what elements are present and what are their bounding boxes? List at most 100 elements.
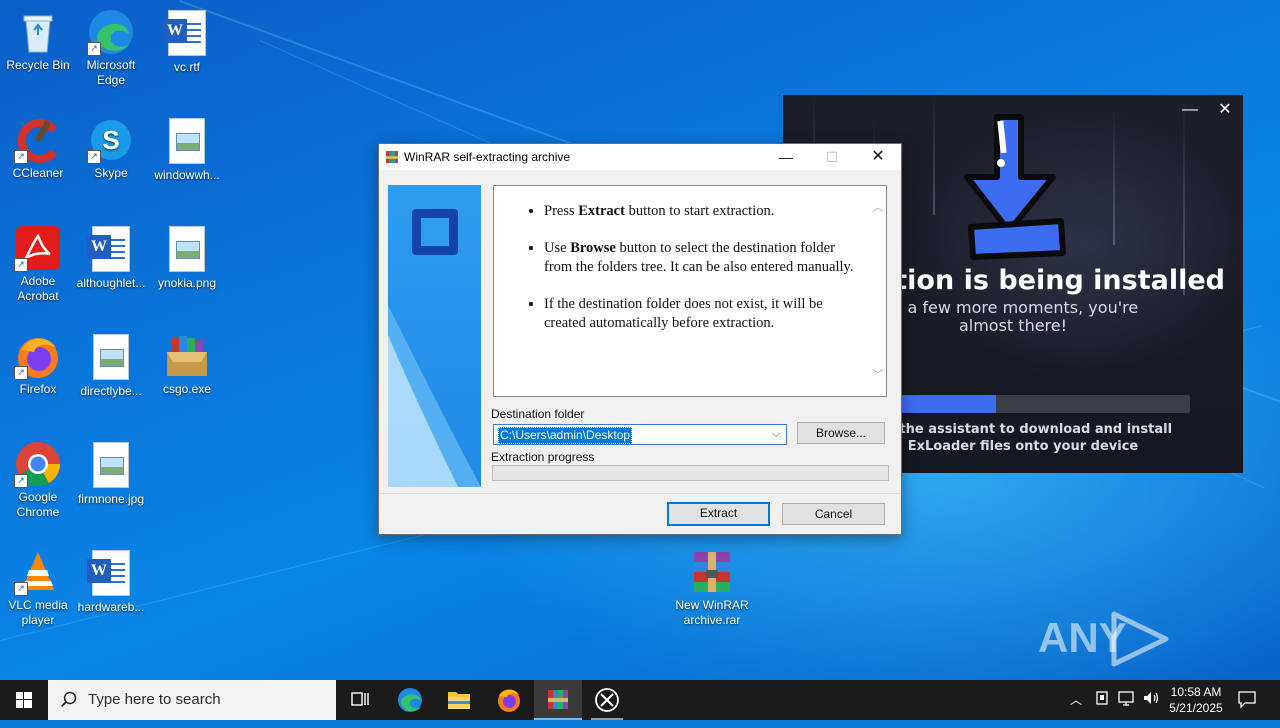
csgo-exe-icon[interactable]: csgo.exe [149, 332, 225, 397]
download-arrow-icon [964, 114, 1066, 260]
destination-folder-combo[interactable]: C:\Users\admin\Desktop ⌵ [493, 424, 787, 445]
image-file-icon[interactable]: directlybe... [73, 332, 149, 399]
window-title: WinRAR self-extracting archive [404, 150, 571, 164]
winrar-books-icon [167, 336, 207, 376]
taskbar-exloader-button[interactable] [583, 680, 631, 720]
winrar-archive-icon [694, 552, 730, 592]
tray-volume-icon[interactable] [1142, 689, 1162, 710]
firefox-label: Firefox [19, 382, 57, 396]
instruction-browse: Use Browse button to select the destinat… [544, 239, 858, 277]
tray-device-icon[interactable] [1094, 689, 1112, 710]
exloader-subtitle: st a few more moments, you're almost the… [888, 298, 1139, 335]
image-file-glyph-icon [169, 226, 205, 272]
scroll-up-icon[interactable]: ︿ [872, 198, 884, 214]
edge-icon [398, 688, 422, 712]
tray-network-icon[interactable] [1117, 689, 1137, 710]
clock-date: 5/21/2025 [1169, 701, 1223, 715]
ccleaner-label: CCleaner [12, 166, 64, 180]
word-document-icon[interactable]: W althoughlet... [73, 224, 149, 291]
search-placeholder: Type here to search [88, 691, 221, 708]
word-document-icon[interactable]: W hardwareb... [73, 548, 149, 615]
vlc-media-player-label: VLC media player [8, 598, 68, 627]
exloader-close-button[interactable]: ✕ [1210, 99, 1240, 121]
network-icon [1118, 691, 1134, 706]
taskbar-edge-button[interactable] [386, 680, 434, 720]
windowwh-label: windowwh... [154, 168, 220, 182]
image-file-icon[interactable]: ynokia.png [149, 224, 225, 291]
winrar-sfx-dialog[interactable]: WinRAR self-extracting archive — ☐ ✕ Pre… [378, 143, 902, 535]
image-file-glyph-icon [169, 118, 205, 164]
instruction-folder: If the destination folder does not exist… [544, 295, 858, 333]
recycle-bin-icon[interactable]: Recycle Bin [0, 8, 76, 73]
start-button[interactable] [0, 680, 48, 720]
vc-rtf-label: vc.rtf [174, 60, 200, 74]
extraction-progress-bar [492, 465, 889, 481]
exloader-minimize-button[interactable]: — [1175, 99, 1205, 121]
vlc-media-player-icon[interactable]: ↗ VLC media player [0, 548, 76, 628]
show-hidden-icons-button[interactable]: ︿ [1070, 691, 1082, 708]
action-center-button[interactable] [1236, 689, 1258, 712]
skype-label: Skype [94, 166, 128, 180]
ynokia-label: ynokia.png [157, 276, 217, 290]
chevron-down-icon[interactable]: ⌵ [768, 426, 784, 443]
image-file-icon[interactable]: windowwh... [149, 116, 225, 183]
dialog-footer: Extract Cancel [379, 493, 901, 534]
notification-icon [1238, 691, 1256, 709]
device-icon [1096, 691, 1108, 705]
winrar-taskbar-icon [548, 690, 568, 709]
althoughlet-label: althoughlet... [76, 276, 146, 290]
exloader-taskbar-icon [595, 688, 619, 712]
microsoft-edge-icon[interactable]: ↗ Microsoft Edge [73, 8, 149, 88]
recycle-bin-label: Recycle Bin [6, 58, 70, 72]
winrar-app-icon [386, 151, 398, 163]
exloader-progress-bar [900, 395, 1190, 413]
cancel-button[interactable]: Cancel [782, 503, 885, 525]
google-chrome-label: Google Chrome [16, 490, 60, 519]
close-button[interactable]: ✕ [855, 144, 901, 170]
exloader-note: for the assistant to download and instal… [874, 422, 1173, 454]
image-file-glyph-icon [93, 334, 129, 380]
dialog-body: Press Extract button to start extraction… [379, 170, 901, 534]
instructions-box[interactable]: Press Extract button to start extraction… [493, 185, 887, 397]
word-document-icon[interactable]: W vc.rtf [149, 8, 225, 75]
maximize-button: ☐ [825, 149, 839, 165]
hardwareb-label: hardwareb... [77, 600, 145, 614]
new-winrar-archive-label: New WinRAR archive.rar [675, 598, 749, 627]
extract-button[interactable]: Extract [667, 502, 770, 526]
image-file-glyph-icon [93, 442, 129, 488]
clock-time: 10:58 AM [1170, 685, 1222, 699]
firefox-taskbar-icon [498, 689, 520, 712]
taskbar-file-explorer-button[interactable] [435, 680, 483, 720]
word-file-icon: W [87, 550, 130, 596]
word-file-icon: W [163, 10, 206, 56]
clock[interactable]: 10:58 AM 5/21/2025 [1164, 684, 1228, 716]
windows-logo-icon [16, 692, 32, 708]
exloader-progress-fill [900, 395, 996, 413]
anyrun-play-logo-icon [1111, 611, 1169, 667]
image-file-icon[interactable]: firmnone.jpg [73, 440, 149, 507]
directlybe-label: directlybe... [80, 384, 142, 398]
svg-text:S: S [102, 125, 119, 155]
folder-icon [448, 692, 470, 709]
task-view-button[interactable] [336, 680, 384, 720]
skype-icon[interactable]: S ↗ Skype [73, 116, 149, 181]
google-chrome-icon[interactable]: ↗ Google Chrome [0, 440, 76, 520]
anyrun-watermark: ANY RUN [1038, 606, 1238, 721]
adobe-acrobat-icon[interactable]: ↗ Adobe Acrobat [0, 224, 76, 304]
scroll-down-icon[interactable]: ﹀ [872, 366, 884, 382]
taskbar-search-box[interactable]: Type here to search [48, 680, 336, 720]
new-winrar-archive-icon[interactable]: New WinRAR archive.rar [674, 548, 750, 628]
title-bar[interactable]: WinRAR self-extracting archive — ☐ ✕ [379, 144, 901, 170]
minimize-button[interactable]: — [763, 144, 809, 170]
adobe-acrobat-label: Adobe Acrobat [17, 274, 59, 303]
instruction-extract: Press Extract button to start extraction… [544, 202, 858, 221]
firefox-icon[interactable]: ↗ Firefox [0, 332, 76, 397]
chevron-up-icon: ︿ [1070, 693, 1083, 707]
microsoft-edge-label: Microsoft Edge [86, 58, 136, 87]
ccleaner-icon[interactable]: ↗ CCleaner [0, 116, 76, 181]
taskbar-firefox-button[interactable] [485, 680, 533, 720]
destination-folder-value: C:\Users\admin\Desktop [498, 427, 633, 444]
taskbar-winrar-button[interactable] [534, 680, 582, 720]
destination-folder-label: Destination folder [491, 407, 585, 421]
browse-button[interactable]: Browse... [797, 422, 885, 444]
